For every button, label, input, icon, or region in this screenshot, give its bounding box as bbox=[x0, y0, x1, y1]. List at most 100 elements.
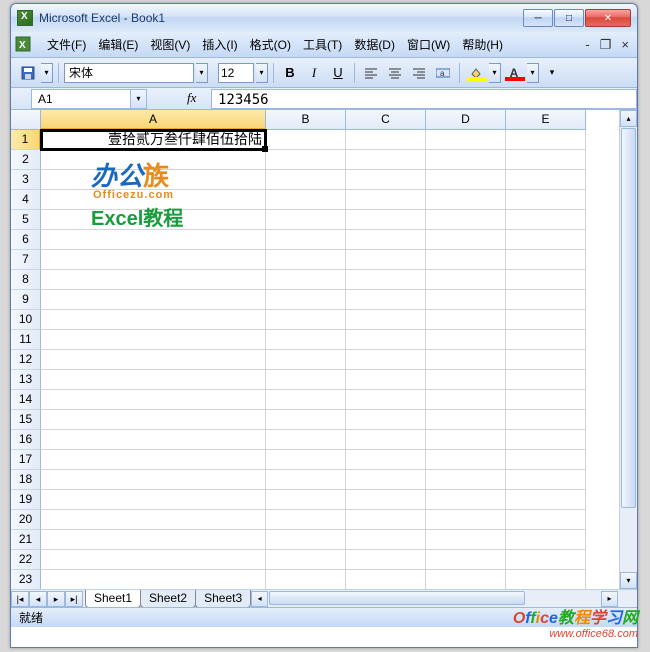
menu-tools[interactable]: 工具(T) bbox=[297, 33, 348, 56]
cell-D19[interactable] bbox=[426, 490, 506, 510]
cells-area[interactable]: 办公族 Officezu.com Excel教程 壹拾贰万叁仟肆佰伍拾陆 bbox=[41, 130, 619, 589]
cell-A14[interactable] bbox=[41, 390, 266, 410]
cell-B5[interactable] bbox=[266, 210, 346, 230]
cell-B1[interactable] bbox=[266, 130, 346, 150]
row-header-5[interactable]: 5 bbox=[11, 210, 41, 230]
cell-B12[interactable] bbox=[266, 350, 346, 370]
menu-help[interactable]: 帮助(H) bbox=[456, 33, 509, 56]
cell-D3[interactable] bbox=[426, 170, 506, 190]
cell-E8[interactable] bbox=[506, 270, 586, 290]
row-header-23[interactable]: 23 bbox=[11, 570, 41, 590]
cell-D4[interactable] bbox=[426, 190, 506, 210]
cell-D5[interactable] bbox=[426, 210, 506, 230]
cell-E22[interactable] bbox=[506, 550, 586, 570]
cell-B21[interactable] bbox=[266, 530, 346, 550]
cell-D18[interactable] bbox=[426, 470, 506, 490]
cell-A12[interactable] bbox=[41, 350, 266, 370]
formula-bar[interactable]: 123456 bbox=[211, 89, 637, 109]
cell-C14[interactable] bbox=[346, 390, 426, 410]
row-header-16[interactable]: 16 bbox=[11, 430, 41, 450]
cell-B4[interactable] bbox=[266, 190, 346, 210]
cell-C1[interactable] bbox=[346, 130, 426, 150]
cell-B16[interactable] bbox=[266, 430, 346, 450]
titlebar[interactable]: Microsoft Excel - Book1 ─ □ ✕ bbox=[11, 4, 637, 32]
row-header-17[interactable]: 17 bbox=[11, 450, 41, 470]
cell-A21[interactable] bbox=[41, 530, 266, 550]
cell-B14[interactable] bbox=[266, 390, 346, 410]
row-header-7[interactable]: 7 bbox=[11, 250, 41, 270]
cell-E2[interactable] bbox=[506, 150, 586, 170]
cell-B20[interactable] bbox=[266, 510, 346, 530]
cell-E16[interactable] bbox=[506, 430, 586, 450]
resize-grip[interactable] bbox=[619, 590, 637, 608]
cell-E15[interactable] bbox=[506, 410, 586, 430]
cell-E4[interactable] bbox=[506, 190, 586, 210]
italic-button[interactable]: I bbox=[303, 62, 325, 84]
cell-A18[interactable] bbox=[41, 470, 266, 490]
fill-color-dropdown[interactable]: ▾ bbox=[489, 63, 501, 83]
sheet-tab-sheet3[interactable]: Sheet3 bbox=[195, 590, 251, 608]
horizontal-scroll-track[interactable]: ◂ ▸ bbox=[252, 591, 617, 607]
row-header-10[interactable]: 10 bbox=[11, 310, 41, 330]
cell-B6[interactable] bbox=[266, 230, 346, 250]
cell-D6[interactable] bbox=[426, 230, 506, 250]
name-box[interactable] bbox=[31, 89, 131, 109]
cell-C23[interactable] bbox=[346, 570, 426, 590]
row-header-3[interactable]: 3 bbox=[11, 170, 41, 190]
cell-E10[interactable] bbox=[506, 310, 586, 330]
row-header-18[interactable]: 18 bbox=[11, 470, 41, 490]
menu-window[interactable]: 窗口(W) bbox=[401, 33, 456, 56]
sheet-tab-sheet1[interactable]: Sheet1 bbox=[85, 590, 141, 608]
merge-center-button[interactable]: a bbox=[432, 62, 454, 84]
cell-E6[interactable] bbox=[506, 230, 586, 250]
scroll-down-button[interactable]: ▾ bbox=[620, 572, 637, 589]
row-header-13[interactable]: 13 bbox=[11, 370, 41, 390]
row-header-14[interactable]: 14 bbox=[11, 390, 41, 410]
cell-C21[interactable] bbox=[346, 530, 426, 550]
cell-A11[interactable] bbox=[41, 330, 266, 350]
column-header-A[interactable]: A bbox=[41, 110, 266, 130]
cell-B11[interactable] bbox=[266, 330, 346, 350]
underline-button[interactable]: U bbox=[327, 62, 349, 84]
doc-restore-button[interactable]: ❐ bbox=[596, 37, 616, 53]
menu-edit[interactable]: 编辑(E) bbox=[92, 33, 144, 56]
cell-E3[interactable] bbox=[506, 170, 586, 190]
cell-E1[interactable] bbox=[506, 130, 586, 150]
scroll-right-button[interactable]: ▸ bbox=[601, 591, 618, 607]
cell-D2[interactable] bbox=[426, 150, 506, 170]
cell-A6[interactable] bbox=[41, 230, 266, 250]
row-header-12[interactable]: 12 bbox=[11, 350, 41, 370]
align-left-button[interactable] bbox=[360, 62, 382, 84]
row-header-11[interactable]: 11 bbox=[11, 330, 41, 350]
cell-C11[interactable] bbox=[346, 330, 426, 350]
cell-B17[interactable] bbox=[266, 450, 346, 470]
cell-A7[interactable] bbox=[41, 250, 266, 270]
cell-C6[interactable] bbox=[346, 230, 426, 250]
scroll-left-button[interactable]: ◂ bbox=[251, 591, 268, 607]
cell-C10[interactable] bbox=[346, 310, 426, 330]
cell-A1[interactable]: 壹拾贰万叁仟肆佰伍拾陆 bbox=[41, 130, 266, 150]
cell-A13[interactable] bbox=[41, 370, 266, 390]
cell-D7[interactable] bbox=[426, 250, 506, 270]
font-size-dropdown[interactable]: ▾ bbox=[256, 63, 268, 83]
cell-E18[interactable] bbox=[506, 470, 586, 490]
cell-E21[interactable] bbox=[506, 530, 586, 550]
cell-D23[interactable] bbox=[426, 570, 506, 590]
row-header-20[interactable]: 20 bbox=[11, 510, 41, 530]
cell-E7[interactable] bbox=[506, 250, 586, 270]
cell-C20[interactable] bbox=[346, 510, 426, 530]
column-header-D[interactable]: D bbox=[426, 110, 506, 130]
column-header-C[interactable]: C bbox=[346, 110, 426, 130]
cell-D13[interactable] bbox=[426, 370, 506, 390]
cell-A15[interactable] bbox=[41, 410, 266, 430]
column-header-B[interactable]: B bbox=[266, 110, 346, 130]
doc-minimize-button[interactable]: - bbox=[581, 37, 593, 53]
bold-button[interactable]: B bbox=[279, 62, 301, 84]
row-header-22[interactable]: 22 bbox=[11, 550, 41, 570]
cell-C9[interactable] bbox=[346, 290, 426, 310]
font-name-select[interactable] bbox=[64, 63, 194, 83]
cell-D9[interactable] bbox=[426, 290, 506, 310]
cell-A17[interactable] bbox=[41, 450, 266, 470]
cell-D11[interactable] bbox=[426, 330, 506, 350]
tab-nav-prev[interactable]: ◂ bbox=[29, 591, 47, 607]
